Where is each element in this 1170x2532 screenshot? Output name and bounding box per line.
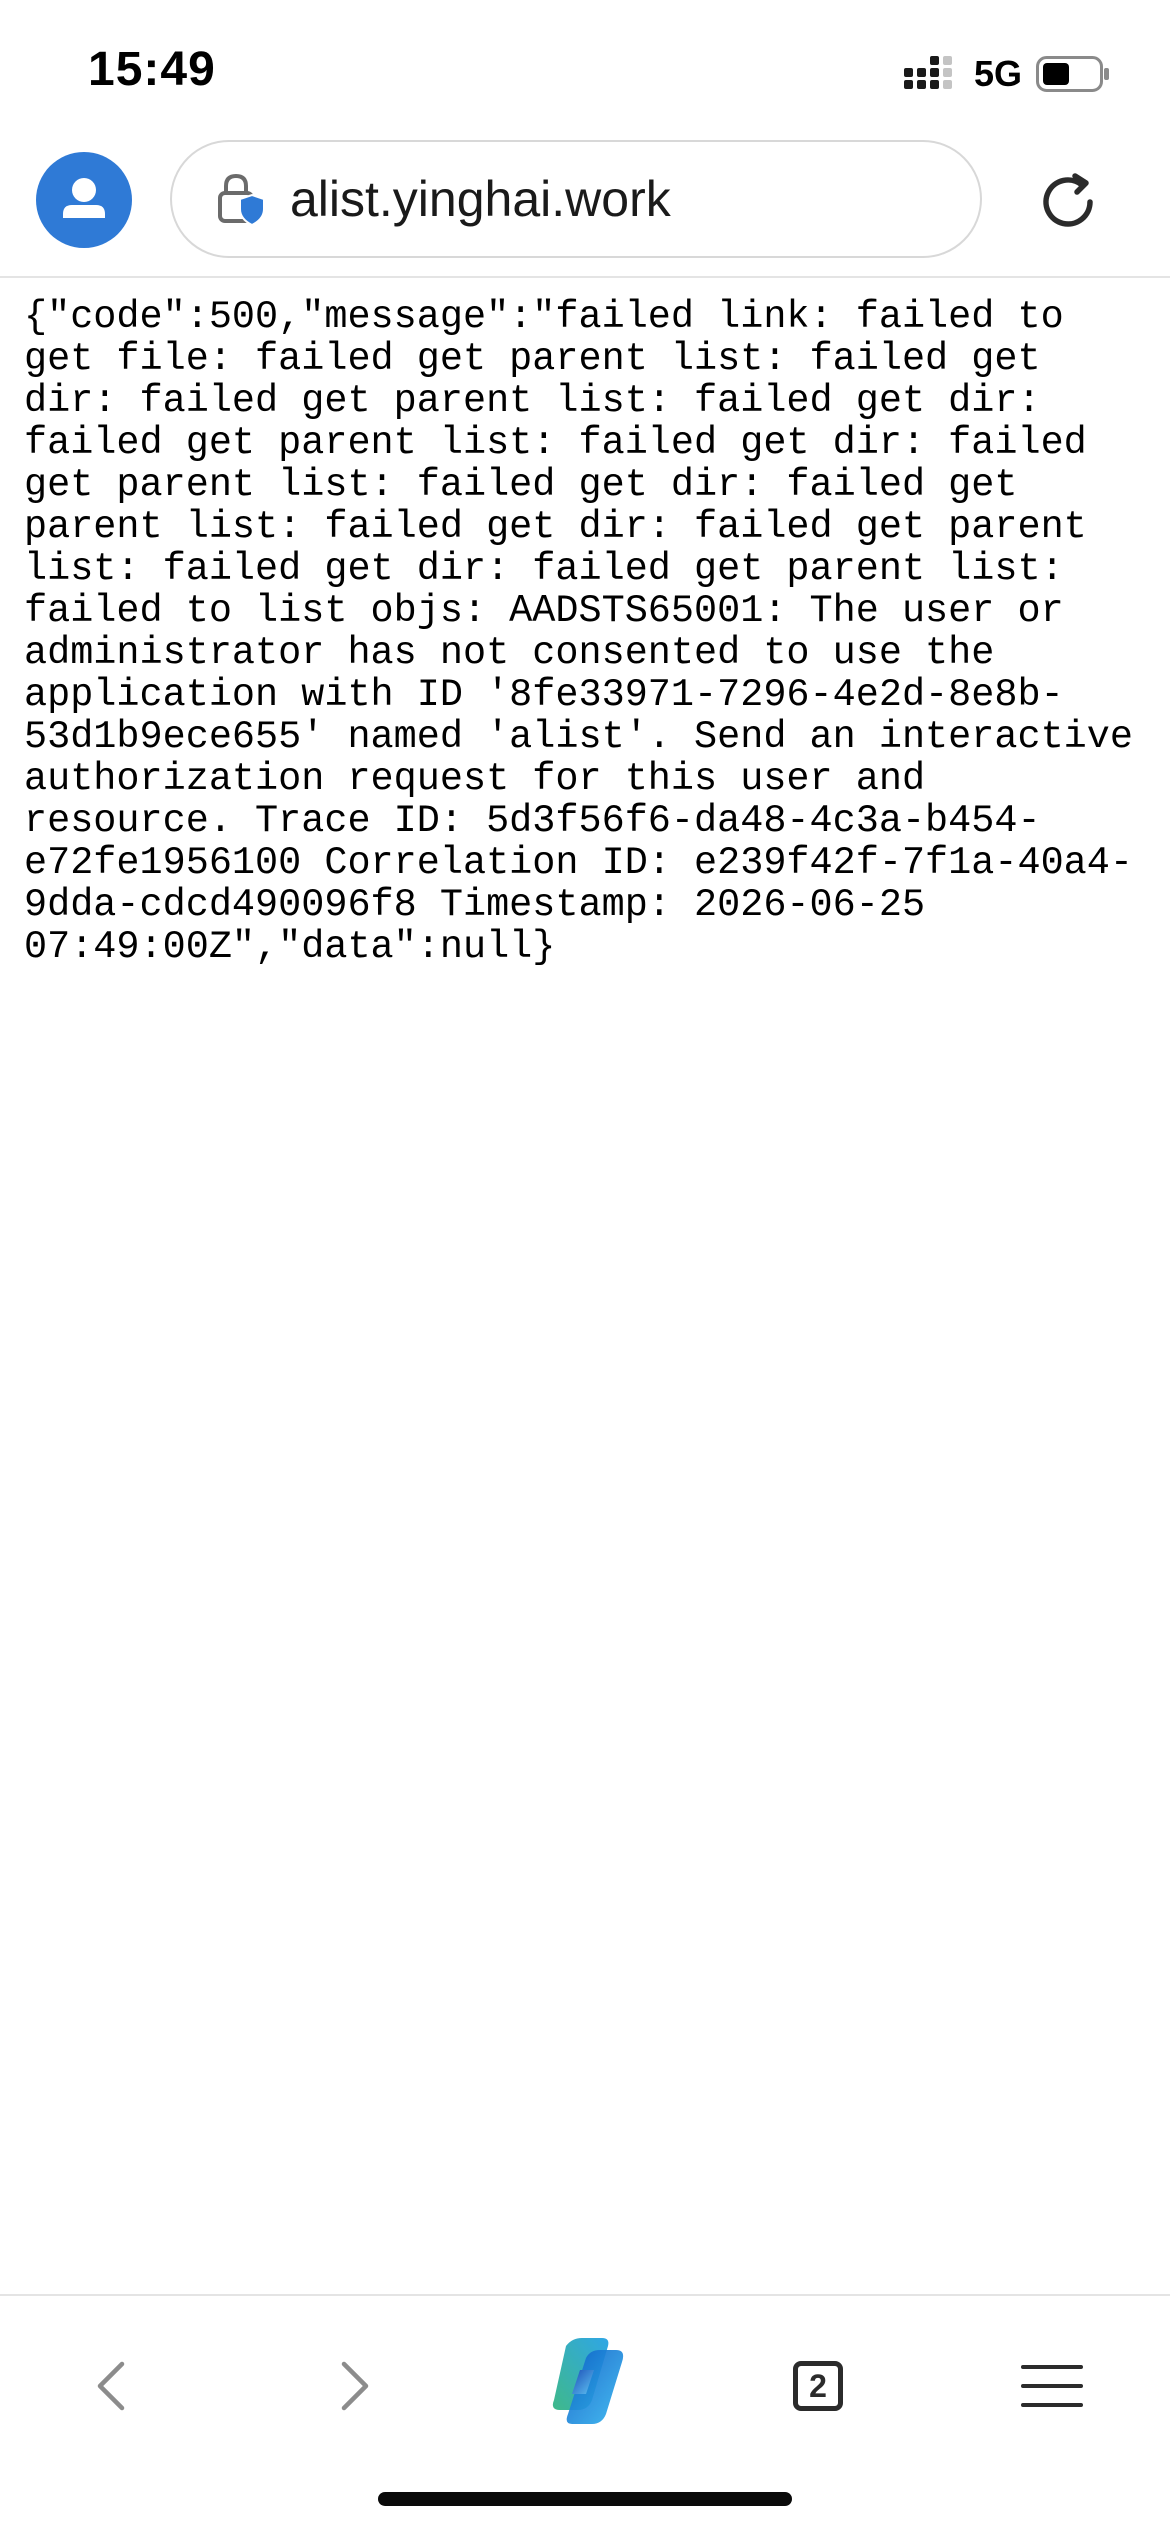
copilot-button[interactable] (536, 2330, 636, 2430)
network-type-label: 5G (973, 53, 1022, 94)
status-time: 15:49 (88, 43, 216, 96)
copilot-icon (552, 2338, 624, 2424)
reload-icon (1043, 173, 1093, 227)
cellular-signal-icon (903, 56, 952, 89)
back-button[interactable] (64, 2336, 164, 2436)
menu-button[interactable] (1002, 2336, 1102, 2436)
status-indicators: 5G (903, 52, 1110, 96)
browser-screen: 15:49 5G alist.yinghai.work {"code":500,… (0, 0, 1170, 2532)
address-bar-row: alist.yinghai.work (0, 140, 1170, 278)
chevron-right-icon (341, 2361, 369, 2411)
status-bar: 15:49 5G (0, 0, 1170, 140)
reload-button[interactable] (1030, 164, 1106, 240)
battery-icon (1036, 56, 1109, 92)
profile-avatar-button[interactable] (36, 152, 132, 248)
tab-count-badge: 2 (793, 2361, 843, 2411)
url-field[interactable]: alist.yinghai.work (170, 140, 982, 258)
hamburger-menu-icon (1021, 2365, 1083, 2407)
forward-button[interactable] (302, 2336, 402, 2436)
person-avatar-icon (63, 178, 105, 218)
url-text: alist.yinghai.work (290, 171, 671, 227)
lock-shield-icon (218, 173, 265, 227)
tabs-button[interactable]: 2 (768, 2336, 868, 2436)
chevron-left-icon (97, 2361, 125, 2411)
home-indicator[interactable] (378, 2492, 792, 2506)
response-body-text: {"code":500,"message":"failed link: fail… (24, 295, 1157, 969)
